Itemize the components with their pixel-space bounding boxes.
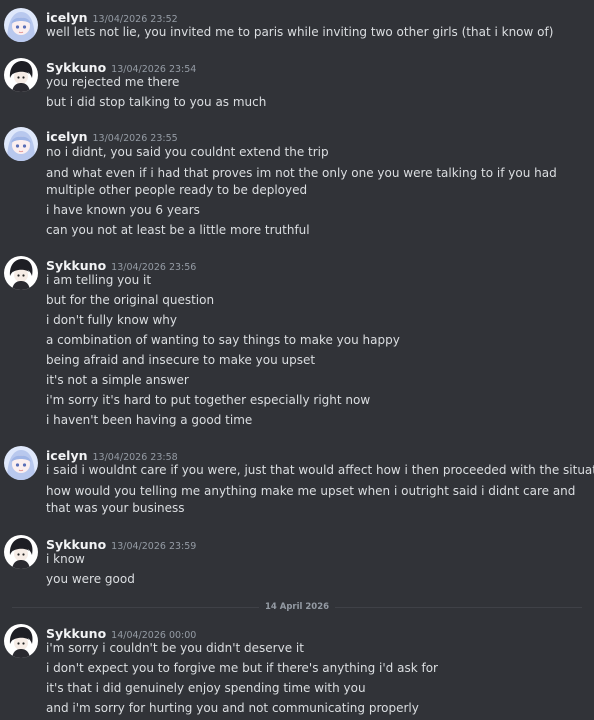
message-line: i am telling you it — [46, 273, 152, 287]
avatar-sykkuno[interactable] — [4, 624, 38, 658]
message-line: no i didnt, you said you couldnt extend … — [46, 145, 329, 159]
avatar-sykkuno[interactable] — [4, 256, 38, 290]
message-line: i said i wouldnt care if you were, just … — [46, 463, 594, 477]
username[interactable]: icelyn — [46, 129, 88, 144]
username[interactable]: icelyn — [46, 10, 88, 25]
message-line: and i'm sorry for hurting you and not co… — [46, 701, 419, 715]
message-line: it's that i did genuinely enjoy spending… — [46, 681, 366, 695]
message-line: and what even if i had that proves im no… — [46, 166, 557, 197]
message-line: i'm sorry i couldn't be you didn't deser… — [46, 641, 304, 655]
username[interactable]: Sykkuno — [46, 626, 106, 641]
message-line: i don't expect you to forgive me but if … — [46, 661, 438, 675]
message-line: you rejected me there — [46, 75, 180, 89]
message-line: but for the original question — [46, 293, 215, 307]
message-line: i'm sorry it's hard to put together espe… — [46, 393, 371, 407]
message-line: well lets not lie, you invited me to par… — [46, 25, 554, 39]
message-line: how would you telling me anything make m… — [46, 484, 576, 515]
username[interactable]: Sykkuno — [46, 258, 106, 273]
message-line: can you not at least be a little more tr… — [46, 223, 310, 237]
date-divider: 14 April 2026 — [0, 600, 594, 614]
username[interactable]: Sykkuno — [46, 60, 106, 75]
message-header: icelyn 13/04/2026 23:55 — [46, 127, 178, 145]
message-line: i have known you 6 years — [46, 203, 200, 217]
anime-boy-avatar-icon — [4, 624, 38, 658]
avatar-sykkuno[interactable] — [4, 535, 38, 569]
avatar-sykkuno[interactable] — [4, 58, 38, 92]
anime-boy-avatar-icon — [4, 535, 38, 569]
username[interactable]: icelyn — [46, 448, 88, 463]
avatar-icelyn[interactable] — [4, 127, 38, 161]
message-line: being afraid and insecure to make you up… — [46, 353, 316, 367]
message-line: it's not a simple answer — [46, 373, 189, 387]
message-line: i haven't been having a good time — [46, 413, 253, 427]
anime-girl-avatar-icon — [4, 8, 38, 42]
message-line: you were good — [46, 572, 135, 586]
message-line: a combination of wanting to say things t… — [46, 333, 400, 347]
message-line: i don't fully know why — [46, 313, 177, 327]
username[interactable]: Sykkuno — [46, 537, 106, 552]
anime-girl-avatar-icon — [4, 127, 38, 161]
avatar-icelyn[interactable] — [4, 8, 38, 42]
anime-boy-avatar-icon — [4, 256, 38, 290]
timestamp: 13/04/2026 23:55 — [92, 133, 178, 144]
anime-girl-avatar-icon — [4, 446, 38, 480]
message-line: i know — [46, 552, 85, 566]
date-divider-label: 14 April 2026 — [258, 602, 336, 612]
anime-boy-avatar-icon — [4, 58, 38, 92]
message-line: but i did stop talking to you as much — [46, 95, 267, 109]
avatar-icelyn[interactable] — [4, 446, 38, 480]
